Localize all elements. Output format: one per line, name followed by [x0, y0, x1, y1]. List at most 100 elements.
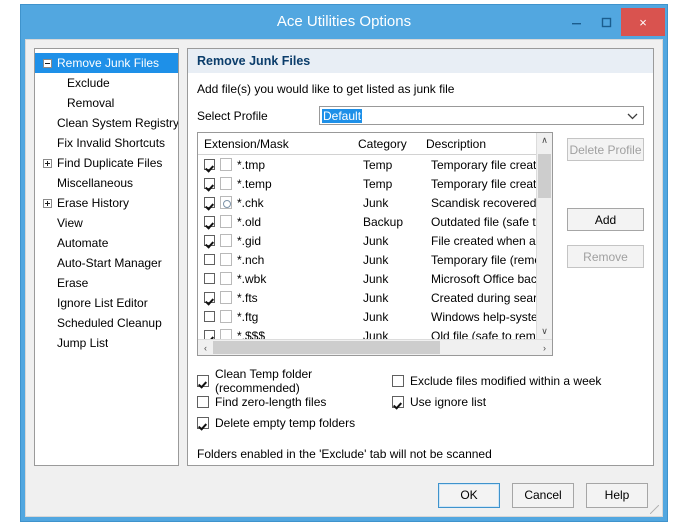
expand-icon[interactable]	[43, 158, 52, 168]
table-row[interactable]: *.wbk Junk Microsoft Office backup file (r…	[198, 269, 536, 288]
sidebar-item-jump-list[interactable]: Jump List	[35, 333, 178, 353]
sidebar-item-auto-start-manager[interactable]: Auto-Start Manager	[35, 253, 178, 273]
option-find-zero-length-files[interactable]: Find zero-length files	[197, 391, 392, 412]
sidebar-item-ignore-list-editor[interactable]: Ignore List Editor	[35, 293, 178, 313]
scroll-down-icon[interactable]: ∨	[541, 324, 548, 339]
option-checkbox[interactable]	[197, 374, 209, 387]
row-checkbox[interactable]	[204, 235, 215, 246]
option-checkbox[interactable]	[197, 416, 209, 429]
row-checkbox[interactable]	[204, 311, 215, 322]
option-use-ignore-list[interactable]: Use ignore list	[392, 391, 601, 412]
table-row[interactable]: *.nch Junk Temporary file (remove for more…	[198, 250, 536, 269]
list-inner: Extension/Mask Category Description *.tm…	[198, 133, 552, 339]
horizontal-scroll-thumb[interactable]	[213, 341, 440, 354]
row-description: Temporary file created by programs	[431, 176, 536, 191]
sidebar-item-scheduled-cleanup[interactable]: Scheduled Cleanup	[35, 313, 178, 333]
table-row[interactable]: *.$$$ Junk Old file (safe to remove)	[198, 326, 536, 339]
row-category: Backup	[363, 214, 404, 229]
row-extension: *.gid	[237, 233, 262, 248]
row-category: Junk	[363, 328, 389, 340]
table-row[interactable]: *.chk Junk Scandisk recovered file (safe t…	[198, 193, 536, 212]
junk-file-list[interactable]: Extension/Mask Category Description *.tm…	[197, 132, 553, 356]
column-header-category[interactable]: Category	[358, 137, 426, 151]
exclude-note: Folders enabled in the 'Exclude' tab wil…	[197, 447, 492, 461]
options-column-left: Clean Temp folder (recommended) Find zero…	[197, 367, 392, 433]
delete-profile-button[interactable]: Delete Profile	[567, 138, 644, 161]
sidebar-item-automate[interactable]: Automate	[35, 233, 178, 253]
option-checkbox[interactable]	[392, 374, 404, 387]
sidebar-item-label: Erase History	[57, 196, 130, 210]
profile-select[interactable]: Default	[319, 106, 644, 125]
row-checkbox[interactable]	[204, 273, 215, 284]
file-icon	[220, 234, 232, 247]
row-description: Microsoft Office backup file (remove for…	[431, 271, 536, 286]
sidebar-item-exclude[interactable]: Exclude	[35, 73, 178, 93]
row-extension: *.chk	[237, 195, 264, 210]
sidebar-item-erase-history[interactable]: Erase History	[35, 193, 178, 213]
chevron-down-icon	[627, 109, 638, 123]
file-icon	[220, 177, 232, 190]
sidebar-item-view[interactable]: View	[35, 213, 178, 233]
list-rows: *.tmp Temp Temporary file created by progr…	[198, 155, 536, 339]
option-exclude-files-modified-within-a-week[interactable]: Exclude files modified within a week	[392, 370, 601, 391]
option-checkbox[interactable]	[197, 395, 209, 408]
vertical-scroll-thumb[interactable]	[538, 154, 551, 198]
row-checkbox[interactable]	[204, 197, 215, 208]
sidebar-item-label: Removal	[67, 96, 115, 110]
resize-grip[interactable]	[650, 505, 659, 514]
sidebar-item-fix-invalid-shortcuts[interactable]: Fix Invalid Shortcuts	[35, 133, 178, 153]
option-checkbox[interactable]	[392, 395, 404, 408]
expand-icon[interactable]	[43, 198, 52, 208]
row-extension: *.ftg	[237, 309, 259, 324]
option-delete-empty-temp-folders[interactable]: Delete empty temp folders	[197, 412, 392, 433]
collapse-icon[interactable]	[43, 58, 52, 68]
row-checkbox[interactable]	[204, 216, 215, 227]
option-label: Delete empty temp folders	[215, 415, 356, 430]
sidebar-item-miscellaneous[interactable]: Miscellaneous	[35, 173, 178, 193]
horizontal-scroll-track[interactable]	[213, 340, 537, 355]
sidebar-item-label: Fix Invalid Shortcuts	[57, 136, 166, 150]
sidebar-item-erase[interactable]: Erase	[35, 273, 178, 293]
add-button[interactable]: Add	[567, 208, 644, 231]
cancel-button[interactable]: Cancel	[512, 482, 574, 508]
sidebar-item-remove-junk-files[interactable]: Remove Junk Files	[35, 53, 178, 73]
horizontal-scrollbar[interactable]: ‹ ›	[198, 339, 552, 355]
scroll-right-icon[interactable]: ›	[537, 343, 552, 353]
file-icon	[220, 291, 232, 304]
row-checkbox[interactable]	[204, 254, 215, 265]
table-row[interactable]: *.gid Junk File created when a help file i…	[198, 231, 536, 250]
table-row[interactable]: *.tmp Temp Temporary file created by progr…	[198, 155, 536, 174]
sidebar-item-find-duplicate-files[interactable]: Find Duplicate Files	[35, 153, 178, 173]
help-button[interactable]: Help	[586, 482, 648, 508]
sidebar-item-clean-system-registry[interactable]: Clean System Registry	[35, 113, 178, 133]
table-row[interactable]: *.old Backup Outdated file (safe to remove…	[198, 212, 536, 231]
table-row[interactable]: *.fts Junk Created during search operation…	[198, 288, 536, 307]
row-checkbox[interactable]	[204, 159, 215, 170]
sidebar-item-label: Jump List	[57, 336, 109, 350]
sidebar-item-removal[interactable]: Removal	[35, 93, 178, 113]
list-action-buttons: Delete Profile Add Remove	[553, 132, 644, 356]
file-icon	[220, 310, 232, 323]
table-row[interactable]: *.ftg Junk Windows help-system temporary f…	[198, 307, 536, 326]
remove-button[interactable]: Remove	[567, 245, 644, 268]
column-header-description[interactable]: Description	[426, 137, 536, 151]
main-panel: Remove Junk Files Add file(s) you would …	[187, 48, 654, 466]
row-checkbox[interactable]	[204, 178, 215, 189]
row-extension: *.fts	[237, 290, 258, 305]
option-clean-temp-folder-recommended-[interactable]: Clean Temp folder (recommended)	[197, 367, 392, 395]
scroll-up-icon[interactable]: ∧	[541, 133, 548, 148]
row-checkbox[interactable]	[204, 292, 215, 303]
row-checkbox[interactable]	[204, 330, 215, 339]
vertical-scroll-track[interactable]	[537, 148, 552, 324]
column-header-extension[interactable]: Extension/Mask	[198, 137, 358, 151]
table-row[interactable]: *.temp Temp Temporary file created by prog…	[198, 174, 536, 193]
sidebar-item-label: Erase	[57, 276, 89, 290]
scroll-left-icon[interactable]: ‹	[198, 343, 213, 353]
navigation-tree[interactable]: Remove Junk Files Exclude Removal Clean Sys…	[34, 48, 179, 466]
vertical-scrollbar[interactable]: ∧ ∨	[536, 133, 552, 339]
ok-button[interactable]: OK	[438, 482, 500, 508]
